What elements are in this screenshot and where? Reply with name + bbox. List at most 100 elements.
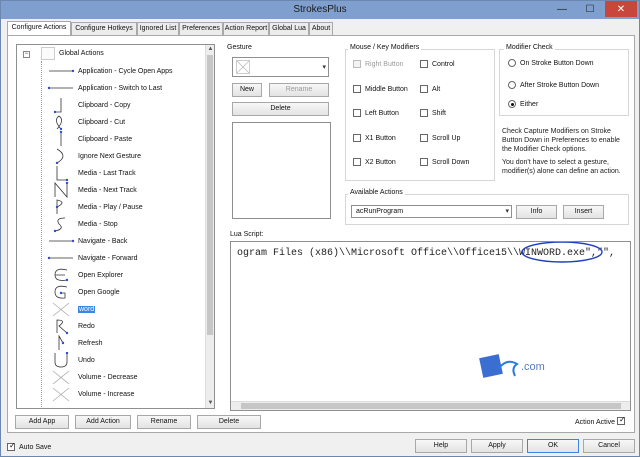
gesture-redo-icon — [56, 319, 69, 335]
middle-button-checkbox[interactable]: Middle Button — [353, 85, 408, 93]
scroll-down-arrow-icon[interactable]: ▼ — [206, 399, 214, 408]
gesture-next-track-icon — [54, 182, 69, 199]
tree-item[interactable]: Media - Play / Pause — [17, 199, 207, 217]
either-radio[interactable]: Either — [508, 100, 538, 108]
tree-item[interactable]: Media - Last Track — [17, 166, 207, 183]
gesture-back-icon — [49, 239, 75, 243]
tree-item[interactable]: Ignore Next Gesture — [17, 148, 207, 166]
gesture-canvas[interactable] — [232, 122, 331, 219]
tree-item[interactable]: Clipboard - Cut — [17, 115, 207, 132]
collapse-toggle-icon[interactable]: − — [23, 51, 30, 58]
actions-tree[interactable]: − Global Actions Application - Cycle Ope… — [16, 44, 215, 409]
insert-button[interactable]: Insert — [563, 205, 604, 219]
delete-gesture-button[interactable]: Delete — [232, 102, 329, 116]
ok-button[interactable]: OK — [527, 439, 579, 453]
modifier-check-note: Check Capture Modifiers on Stroke Button… — [502, 128, 620, 153]
gesture-preview-icon — [236, 60, 250, 74]
right-button-checkbox[interactable]: Right Button — [353, 60, 404, 68]
add-action-button[interactable]: Add Action — [75, 415, 131, 429]
tree-item[interactable]: Application - Switch to Last — [17, 81, 207, 98]
available-actions-title: Available Actions — [348, 189, 405, 196]
tab-ignored-list[interactable]: Ignored List — [137, 22, 179, 35]
gesture-stop-icon — [53, 217, 66, 233]
gesture-last-track-icon — [56, 166, 69, 182]
gesture-app-cycle-icon — [49, 69, 75, 73]
tree-item[interactable]: Application - Cycle Open Apps — [17, 64, 207, 81]
apply-button[interactable]: Apply — [471, 439, 523, 453]
lua-scroll-thumb[interactable] — [241, 403, 621, 409]
gesture-google-icon — [54, 285, 68, 299]
modifier-check-title: Modifier Check — [504, 44, 555, 51]
tree-item[interactable]: Clipboard - Paste — [17, 131, 207, 149]
lua-horizontal-scrollbar[interactable] — [231, 401, 630, 410]
tab-preferences[interactable]: Preferences — [179, 22, 223, 35]
modifier-only-note: You don't have to select a gesture, modi… — [502, 159, 621, 175]
rename-gesture-button[interactable]: Rename — [269, 83, 329, 97]
chevron-down-icon: ▾ — [322, 64, 326, 71]
gesture-word-icon — [52, 302, 70, 317]
control-checkbox[interactable]: Control — [420, 60, 455, 68]
tree-item[interactable]: Refresh — [17, 335, 207, 353]
tree-item[interactable]: Navigate - Back — [17, 234, 207, 251]
close-button[interactable]: ✕ — [605, 1, 637, 17]
on-stroke-button-down-radio[interactable]: On Stroke Button Down — [508, 59, 594, 67]
tree-root-label[interactable]: Global Actions — [59, 50, 104, 57]
tree-item[interactable]: Redo — [17, 319, 207, 336]
tree-scrollbar[interactable]: ▲ ▼ — [205, 45, 214, 408]
gesture-undo-icon — [54, 352, 69, 368]
action-active-checkbox[interactable]: ✓ — [617, 415, 629, 425]
gesture-select[interactable]: ▾ — [232, 57, 329, 77]
tree-item[interactable]: Media - Next Track — [17, 182, 207, 200]
gesture-volume-down-icon — [52, 370, 70, 385]
gesture-group-title: Gesture — [227, 44, 252, 51]
tree-item[interactable]: Undo — [17, 352, 207, 370]
title-bar[interactable]: StrokesPlus — ☐ ✕ — [1, 1, 639, 19]
scroll-down-checkbox[interactable]: Scroll Down — [420, 158, 469, 166]
gesture-cut-icon — [56, 115, 63, 131]
tree-item[interactable]: Clipboard - Copy — [17, 98, 207, 115]
gesture-play-pause-icon — [55, 199, 63, 214]
modifiers-group-title: Mouse / Key Modifiers — [348, 44, 422, 51]
info-button[interactable]: Info — [516, 205, 557, 219]
cancel-button[interactable]: Cancel — [583, 439, 635, 453]
tree-item[interactable]: Media - Stop — [17, 217, 207, 234]
tree-item[interactable]: word — [17, 302, 207, 319]
x2-button-checkbox[interactable]: X2 Button — [353, 158, 396, 166]
tab-about[interactable]: About — [309, 22, 333, 35]
x1-button-checkbox[interactable]: X1 Button — [353, 134, 396, 142]
app-root-icon — [41, 47, 55, 60]
alt-checkbox[interactable]: Alt — [420, 85, 440, 93]
tree-item[interactable]: Volume - Increase — [17, 387, 207, 404]
tab-global-lua[interactable]: Global Lua — [269, 22, 309, 35]
watermark: .com — [477, 350, 545, 384]
shift-checkbox[interactable]: Shift — [420, 109, 446, 117]
after-stroke-button-down-radio[interactable]: After Stroke Button Down — [508, 81, 599, 89]
tree-scroll-thumb[interactable] — [207, 55, 213, 335]
tree-item[interactable]: Volume - Decrease — [17, 370, 207, 387]
new-gesture-button[interactable]: New — [232, 83, 262, 97]
delete-action-button[interactable]: Delete — [197, 415, 261, 429]
gesture-forward-icon — [47, 256, 73, 260]
lua-script-editor[interactable]: ogram Files (x86)\\Microsoft Office\\Off… — [230, 241, 631, 411]
strokesplus-window: StrokesPlus — ☐ ✕ Configure Actions Conf… — [0, 0, 640, 457]
minimize-button[interactable]: — — [549, 1, 575, 17]
tab-action-report[interactable]: Action Report — [223, 22, 269, 35]
tree-item[interactable]: Open Explorer — [17, 268, 207, 285]
tree-item[interactable]: Open Google — [17, 285, 207, 302]
tab-configure-actions[interactable]: Configure Actions — [7, 21, 71, 36]
help-button[interactable]: Help — [415, 439, 467, 453]
gesture-ignore-icon — [55, 148, 64, 165]
scroll-up-arrow-icon[interactable]: ▲ — [206, 45, 214, 54]
add-app-button[interactable]: Add App — [15, 415, 69, 429]
gesture-paste-icon — [59, 131, 63, 146]
rename-action-button[interactable]: Rename — [137, 415, 191, 429]
scroll-up-checkbox[interactable]: Scroll Up — [420, 134, 460, 142]
auto-save-checkbox[interactable]: ✓ Auto Save — [7, 441, 51, 451]
tree-item[interactable]: Navigate - Forward — [17, 251, 207, 268]
maximize-button[interactable]: ☐ — [577, 1, 603, 17]
left-button-checkbox[interactable]: Left Button — [353, 109, 399, 117]
tab-configure-hotkeys[interactable]: Configure Hotkeys — [71, 22, 137, 35]
available-actions-select[interactable]: acRunProgram ▾ — [351, 205, 512, 218]
chevron-down-icon: ▾ — [505, 208, 509, 215]
highlight-circle-icon — [521, 242, 603, 263]
